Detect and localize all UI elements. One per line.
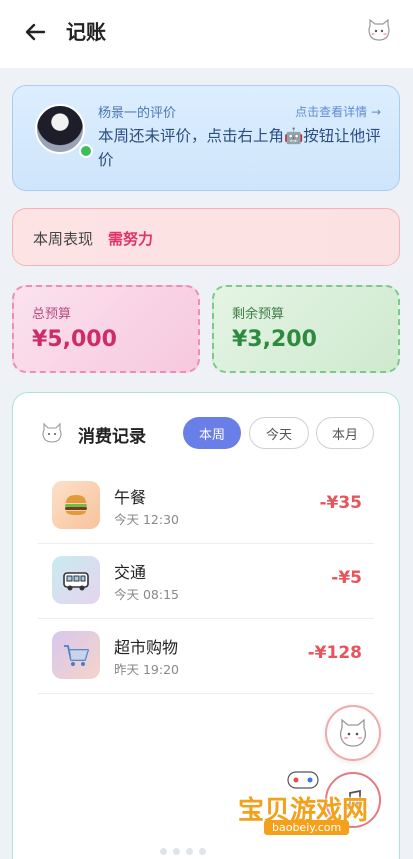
item-name: 午餐	[114, 488, 147, 507]
page-dot	[186, 848, 193, 855]
remaining-budget-card[interactable]: 剩余预算 ¥3,200	[212, 285, 400, 373]
item-name: 交通	[114, 563, 147, 582]
item-name: 超市购物	[114, 638, 179, 657]
page-dot	[199, 848, 206, 855]
item-amount: -¥128	[307, 643, 362, 663]
tab-this-month[interactable]: 本月	[316, 417, 374, 449]
online-status-dot	[79, 144, 93, 158]
site-watermark: 宝贝游戏网 baobeiy.com	[238, 768, 378, 838]
gamepad-icon	[287, 771, 319, 789]
total-budget-value: ¥5,000	[32, 327, 117, 352]
cat-avatar-icon[interactable]	[365, 16, 393, 44]
back-arrow-icon[interactable]	[22, 18, 50, 46]
page-dot	[173, 848, 180, 855]
performance-value: 需努力	[108, 230, 154, 248]
list-item[interactable]: 午餐 今天 12:30 -¥35	[38, 469, 374, 544]
weekly-performance-card: 本周表现 需努力	[12, 208, 400, 266]
remaining-budget-label: 剩余预算	[232, 307, 285, 322]
avatar	[35, 104, 85, 154]
evaluation-card[interactable]: 杨景一的评价 点击查看详情 → 本周还未评价，点击右上角🤖按钮让他评价	[12, 85, 400, 191]
tab-today[interactable]: 今天	[249, 417, 309, 449]
bus-icon	[52, 556, 100, 604]
watermark-url: baobeiy.com	[264, 820, 350, 835]
evaluator-name: 杨景一的评价	[98, 106, 177, 121]
cat-assistant-button[interactable]	[325, 705, 381, 761]
evaluation-text: 本周还未评价，点击右上角🤖按钮让他评价	[98, 127, 381, 169]
list-item[interactable]: 交通 今天 08:15 -¥5	[38, 544, 374, 619]
item-amount: -¥35	[319, 493, 362, 513]
cat-icon	[339, 718, 367, 747]
item-time: 今天 08:15	[114, 587, 179, 602]
top-bar: 记账	[0, 0, 413, 68]
page-dot	[160, 848, 167, 855]
performance-label: 本周表现	[33, 230, 94, 248]
remaining-budget-value: ¥3,200	[232, 327, 317, 352]
cart-icon	[52, 631, 100, 679]
page-title: 记账	[66, 20, 106, 44]
view-details-link[interactable]: 点击查看详情 →	[295, 103, 381, 120]
list-item[interactable]: 超市购物 昨天 19:20 -¥128	[38, 619, 374, 694]
cat-icon	[42, 422, 62, 443]
total-budget-label: 总预算	[32, 307, 72, 322]
page-indicator	[160, 848, 240, 856]
burger-icon	[52, 481, 100, 529]
item-time: 昨天 19:20	[114, 662, 179, 677]
total-budget-card[interactable]: 总预算 ¥5,000	[12, 285, 200, 373]
records-title: 消费记录	[78, 427, 146, 447]
tab-this-week[interactable]: 本周	[183, 417, 241, 449]
item-amount: -¥5	[331, 568, 362, 588]
item-time: 今天 12:30	[114, 512, 179, 527]
